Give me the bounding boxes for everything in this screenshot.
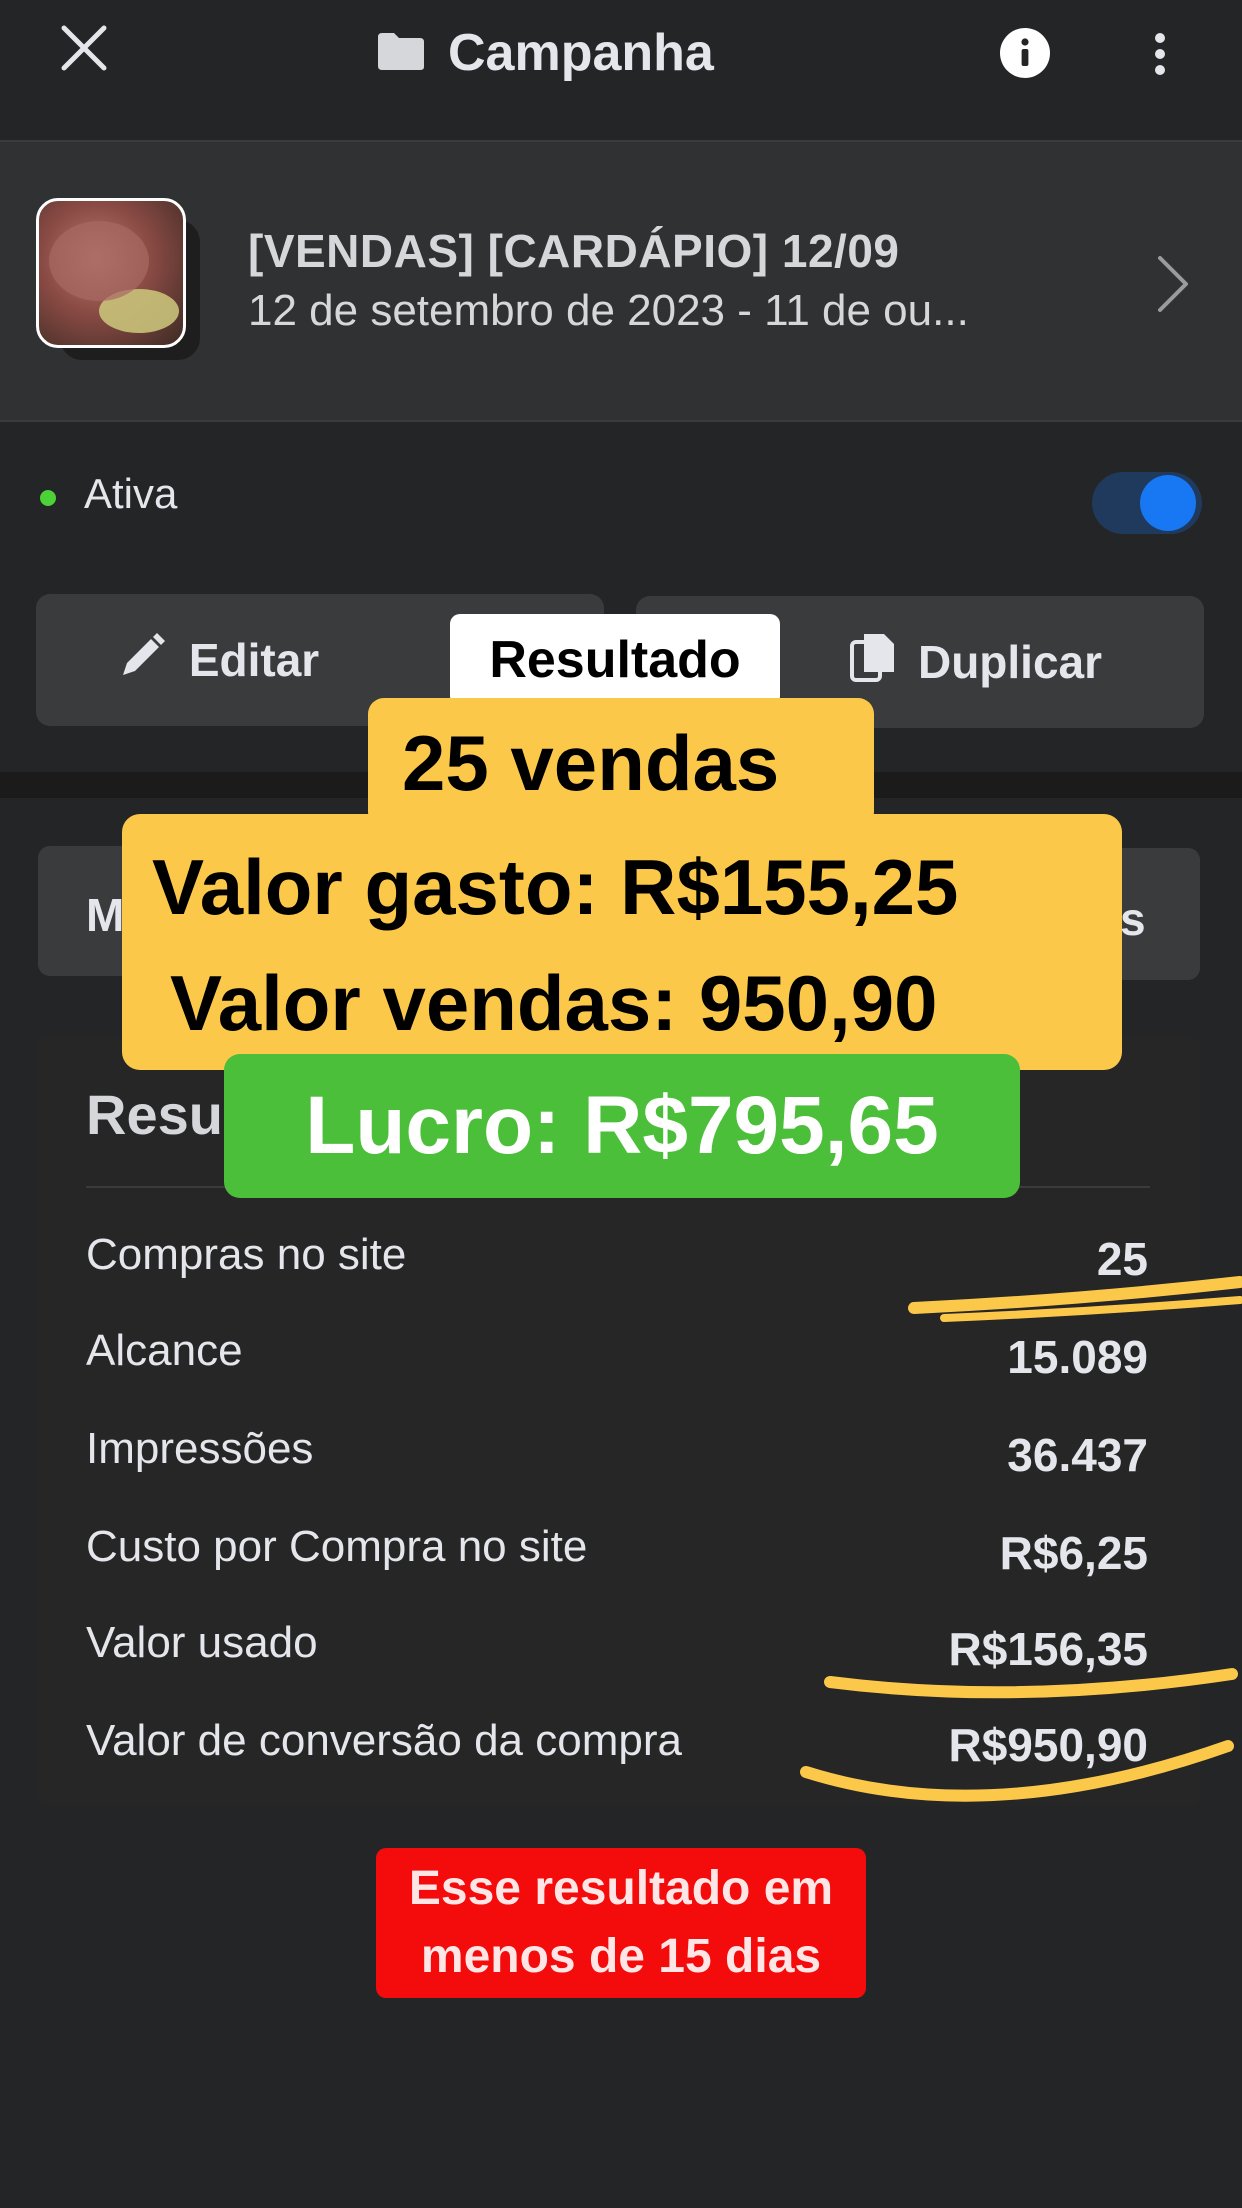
edit-button-label: Editar	[188, 634, 320, 686]
metric-value-impressions: 36.437	[1007, 1429, 1148, 1481]
more-vertical-icon[interactable]	[1140, 28, 1180, 80]
chevron-right-icon[interactable]	[1152, 254, 1192, 314]
folder-icon	[376, 31, 426, 76]
overlay-profit-box: Lucro: R$795,65	[224, 1054, 1020, 1198]
info-icon[interactable]	[1000, 28, 1050, 78]
metric-label-reach: Alcance	[86, 1326, 243, 1375]
metric-value-conversion-value: R$950,90	[948, 1719, 1149, 1771]
metric-label-cost-per-purchase: Custo por Compra no site	[86, 1522, 588, 1571]
tab-right-label: s	[1120, 893, 1146, 945]
metric-value-purchases: 25	[1096, 1233, 1148, 1285]
overlay-note-box: Esse resultado em menos de 15 dias	[376, 1848, 866, 1998]
page-title-group: Campanha	[376, 18, 714, 88]
metric-value-amount-spent: R$156,35	[948, 1623, 1149, 1675]
campaign-card[interactable]: [VENDAS] [CARDÁPIO] 12/09 12 de setembro…	[0, 142, 1242, 422]
metric-label-impressions: Impressões	[86, 1424, 314, 1473]
overlay-profit: Lucro: R$795,65	[305, 1080, 939, 1171]
page-title: Campanha	[448, 24, 714, 82]
overlay-result-tag: Resultado	[450, 614, 780, 706]
overlay-sales-value: Valor vendas: 950,90	[170, 959, 938, 1047]
status-indicator-dot	[40, 490, 56, 506]
metric-value-cost-per-purchase: R$6,25	[999, 1527, 1148, 1579]
campaign-thumbnail	[36, 198, 186, 348]
campaign-toggle[interactable]	[1092, 472, 1202, 534]
metric-label-amount-spent: Valor usado	[86, 1618, 318, 1667]
overlay-amount-spent: Valor gasto: R$155,25	[152, 843, 959, 931]
copy-icon	[849, 632, 896, 693]
duplicate-button-label: Duplicar	[917, 636, 1103, 688]
overlay-note-line-1: Esse resultado em	[408, 1861, 834, 1915]
overlay-sales-box: 25 vendas	[368, 698, 874, 828]
campaign-date-range: 12 de setembro de 2023 - 11 de ou...	[248, 286, 969, 335]
metric-label-conversion-value: Valor de conversão da compra	[86, 1716, 682, 1765]
status-label: Ativa	[84, 470, 178, 517]
close-icon[interactable]	[58, 22, 110, 74]
tab-left-label: M	[86, 889, 125, 941]
overlay-note-line-2: menos de 15 dias	[420, 1930, 822, 1983]
overlay-sales-count: 25 vendas	[402, 719, 780, 807]
results-title: Resu	[86, 1083, 223, 1146]
overlay-values-box: Valor gasto: R$155,25 Valor vendas: 950,…	[122, 814, 1122, 1070]
metric-value-reach: 15.089	[1007, 1331, 1148, 1383]
pencil-icon	[119, 631, 167, 690]
toggle-knob	[1140, 475, 1196, 531]
metric-label-purchases: Compras no site	[86, 1230, 407, 1279]
campaign-name: [VENDAS] [CARDÁPIO] 12/09	[248, 225, 900, 277]
